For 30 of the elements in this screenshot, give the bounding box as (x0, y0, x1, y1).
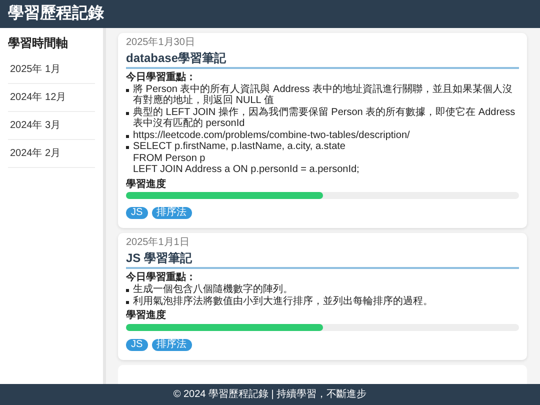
points-heading: 今日學習重點： (126, 272, 197, 284)
entry-title: database學習筆記 (126, 50, 519, 69)
bullet-icon (126, 300, 129, 304)
footer-text: © 2024 學習歷程記錄 | 持續學習，不斷進步 (173, 388, 367, 402)
points-heading: 今日學習重點： (126, 72, 197, 84)
progress-label: 學習進度 (126, 178, 167, 190)
tag: JS (126, 338, 148, 351)
tag: JS (126, 207, 148, 220)
tag: 排序法 (152, 207, 192, 220)
sidebar-link[interactable]: 2025年 1月 (8, 56, 95, 84)
bullet-icon (126, 146, 129, 150)
sidebar-link[interactable]: 2024年 12月 (8, 84, 95, 112)
entry-title: JS 學習筆記 (126, 250, 519, 270)
point-text: SELECT p.firstName, p.lastName, a.city, a.state FROM Person p LEFT JOIN Address a ON p.personId = a.personId; (133, 141, 360, 176)
sidebar-link[interactable]: 2024年 2月 (8, 140, 95, 168)
point-text: 生成一個包含八個隨機數字的陣列。 (133, 284, 293, 296)
site-title: 學習歷程記錄 (7, 4, 105, 24)
entry-date: 2025年1月30日 (126, 37, 196, 48)
point-text: https://leetcode.com/problems/combine-two-tables/description/ (133, 130, 410, 142)
entry-date: 2025年1月1日 (126, 237, 190, 249)
bullet-icon (126, 134, 129, 138)
sidebar-title: 學習時間軸 (8, 36, 69, 50)
point-text: 利用氣泡排序法將數值由小到大進行排序，並列出每輪排序的過程。 (133, 296, 433, 308)
progress-label: 學習進度 (126, 310, 167, 322)
tag: 排序法 (152, 338, 192, 351)
bullet-icon (126, 88, 129, 92)
point-text: 將 Person 表中的所有人資訊與 Address 表中的地址資訊進行關聯，並且如果某個人沒有對應的地址，則返回 NULL 值 (133, 84, 514, 106)
bullet-icon (126, 289, 129, 292)
sidebar-link[interactable]: 2024年 3月 (8, 112, 95, 140)
bullet-icon (126, 112, 129, 115)
